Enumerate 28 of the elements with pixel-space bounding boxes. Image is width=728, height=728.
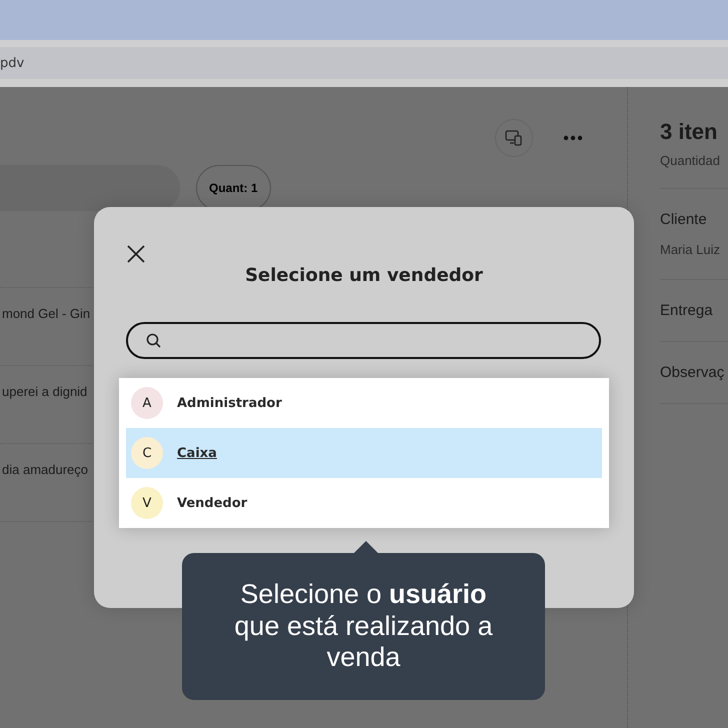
quantity-label: Quantidad bbox=[660, 153, 721, 168]
avatar-initial: C bbox=[131, 437, 163, 469]
seller-option[interactable]: C Caixa bbox=[126, 428, 602, 478]
items-count: 3 iten bbox=[660, 119, 718, 145]
tooltip-text: Selecione o usuário que está realizando a venda bbox=[233, 578, 494, 674]
search-icon bbox=[146, 333, 161, 348]
product-name: mond Gel - Gin bbox=[2, 306, 90, 321]
avatar-initial: A bbox=[131, 387, 163, 419]
section-label[interactable]: Observaç bbox=[660, 364, 728, 381]
section-label[interactable]: Cliente bbox=[660, 211, 728, 228]
product-name: dia amadureço bbox=[2, 462, 88, 477]
more-icon[interactable] bbox=[563, 135, 583, 141]
modal-title: Selecione um vendedor bbox=[244, 265, 484, 286]
seller-option[interactable]: V Vendedor bbox=[126, 478, 602, 528]
seller-name: Caixa bbox=[177, 446, 217, 460]
search-field[interactable] bbox=[126, 322, 601, 359]
seller-name: Administrador bbox=[177, 396, 282, 410]
section-label[interactable]: Entrega bbox=[660, 302, 728, 319]
close-icon[interactable] bbox=[127, 245, 145, 263]
address-text[interactable]: pdv bbox=[0, 56, 24, 70]
devices-icon bbox=[505, 129, 523, 147]
seller-name: Vendedor bbox=[177, 496, 248, 510]
avatar-initial: V bbox=[131, 487, 163, 519]
search-bar[interactable] bbox=[0, 165, 180, 211]
section-value: Maria Luiz bbox=[660, 242, 721, 257]
seller-option[interactable]: A Administrador bbox=[126, 378, 602, 428]
product-name: uperei a dignid bbox=[2, 384, 88, 399]
device-button[interactable] bbox=[495, 119, 533, 157]
